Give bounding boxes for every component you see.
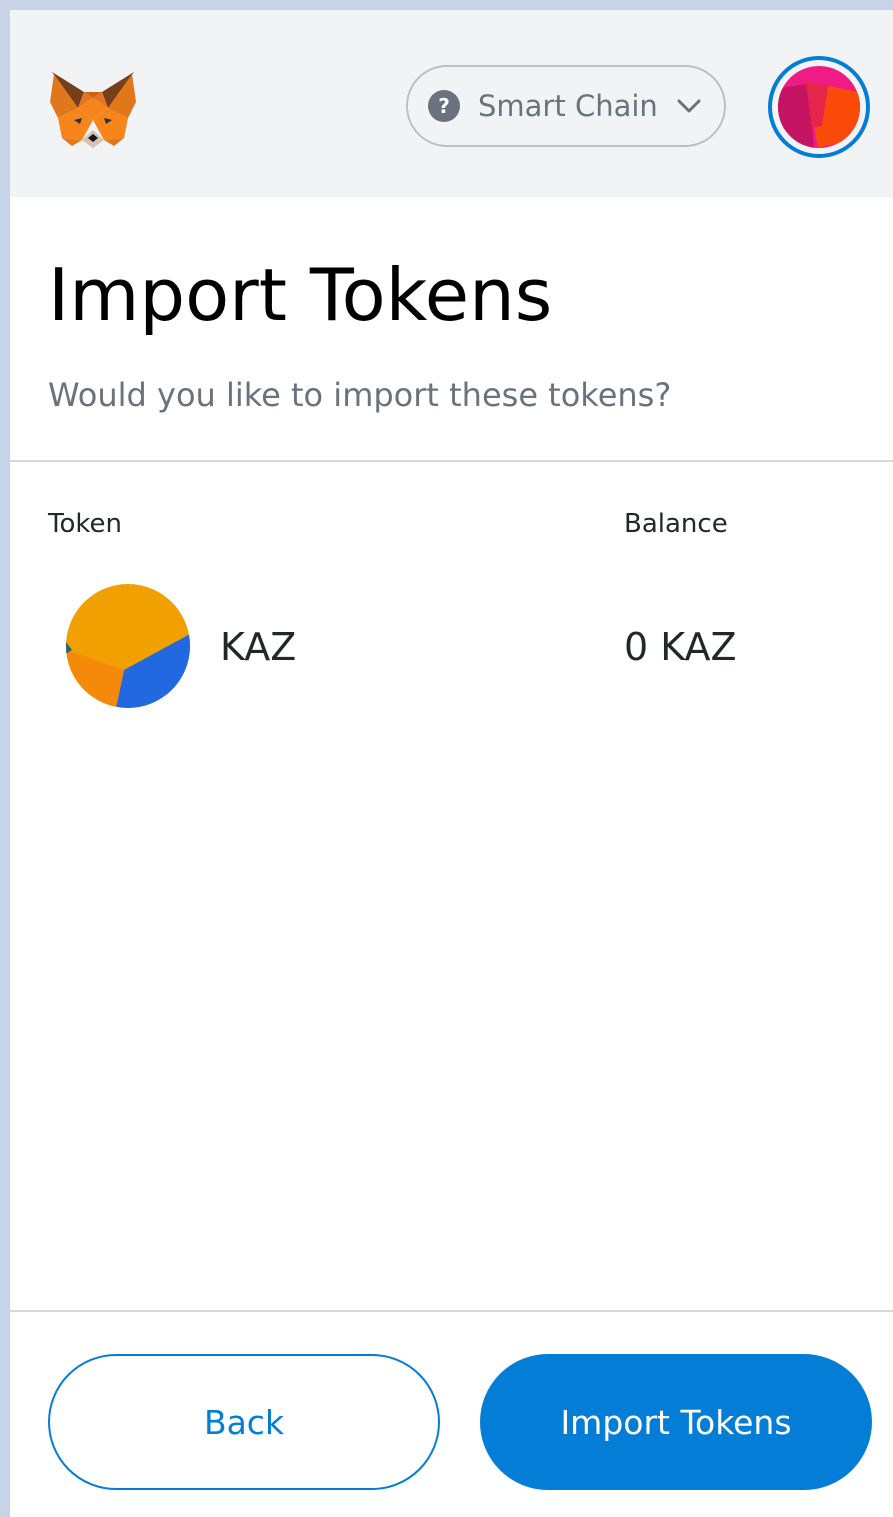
token-identicon-icon — [66, 584, 190, 708]
metamask-fox-icon[interactable] — [48, 68, 138, 150]
balance-column-header: Balance — [624, 509, 728, 539]
import-tokens-window: ? Smart Chain Import Tokens Would you li… — [10, 10, 893, 1517]
app-header: ? Smart Chain — [10, 10, 893, 197]
page-title: Import Tokens — [48, 253, 553, 337]
back-button[interactable]: Back — [48, 1354, 440, 1490]
token-row: KAZ 0 KAZ — [10, 584, 893, 710]
account-identicon-icon — [778, 66, 860, 148]
token-symbol: KAZ — [220, 625, 297, 669]
network-selector[interactable]: ? Smart Chain — [406, 65, 726, 147]
import-tokens-button[interactable]: Import Tokens — [480, 1354, 872, 1490]
chevron-down-icon — [677, 99, 701, 113]
account-avatar[interactable] — [768, 56, 870, 158]
network-label: Smart Chain — [478, 89, 658, 123]
question-circle-icon: ? — [428, 90, 460, 122]
divider — [10, 460, 893, 462]
token-balance: 0 KAZ — [624, 625, 737, 669]
page-subtitle: Would you like to import these tokens? — [48, 376, 672, 414]
token-column-header: Token — [48, 509, 122, 539]
footer-divider — [10, 1310, 893, 1312]
